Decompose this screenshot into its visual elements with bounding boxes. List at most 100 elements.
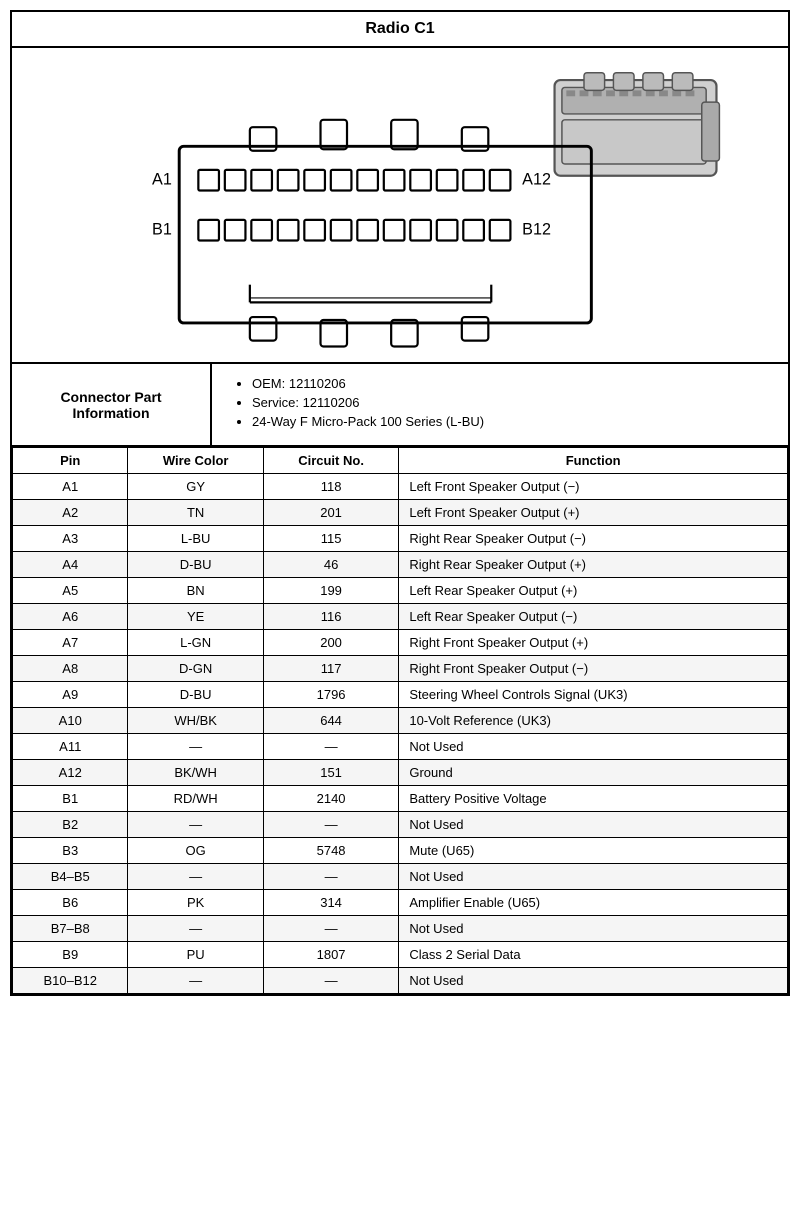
cell-pin: A7 <box>13 630 128 656</box>
table-row: B7–B8——Not Used <box>13 916 788 942</box>
cell-wire-color: — <box>128 916 263 942</box>
cell-circuit: — <box>263 968 399 994</box>
cell-circuit: 46 <box>263 552 399 578</box>
connector-info-list: OEM: 12110206 Service: 12110206 24-Way F… <box>232 376 768 429</box>
cell-pin: A8 <box>13 656 128 682</box>
cell-wire-color: — <box>128 968 263 994</box>
cell-function: Class 2 Serial Data <box>399 942 788 968</box>
cell-function: Not Used <box>399 812 788 838</box>
table-row: B6PK314Amplifier Enable (U65) <box>13 890 788 916</box>
cell-circuit: 118 <box>263 474 399 500</box>
table-body: A1GY118Left Front Speaker Output (−)A2TN… <box>13 474 788 994</box>
cell-wire-color: L-BU <box>128 526 263 552</box>
cell-circuit: 1796 <box>263 682 399 708</box>
pin-table-section: Pin Wire Color Circuit No. Function A1GY… <box>12 447 788 994</box>
cell-function: Amplifier Enable (U65) <box>399 890 788 916</box>
cell-pin: A1 <box>13 474 128 500</box>
page-title: Radio C1 <box>12 12 788 48</box>
table-row: A10WH/BK64410-Volt Reference (UK3) <box>13 708 788 734</box>
cell-function: Mute (U65) <box>399 838 788 864</box>
cell-wire-color: D-GN <box>128 656 263 682</box>
cell-function: Not Used <box>399 968 788 994</box>
diagram-section: A1 A12 B1 B12 <box>12 48 788 364</box>
connector-label-text: Connector Part Information <box>22 389 200 421</box>
cell-circuit: 151 <box>263 760 399 786</box>
cell-function: Battery Positive Voltage <box>399 786 788 812</box>
cell-wire-color: TN <box>128 500 263 526</box>
cell-pin: B2 <box>13 812 128 838</box>
info-section: Connector Part Information OEM: 12110206… <box>12 364 788 447</box>
cell-circuit: 644 <box>263 708 399 734</box>
cell-pin: A10 <box>13 708 128 734</box>
col-header-wire: Wire Color <box>128 448 263 474</box>
cell-pin: B1 <box>13 786 128 812</box>
main-container: Radio C1 <box>10 10 790 996</box>
cell-function: Not Used <box>399 864 788 890</box>
table-row: B10–B12——Not Used <box>13 968 788 994</box>
cell-circuit: 201 <box>263 500 399 526</box>
cell-pin: B10–B12 <box>13 968 128 994</box>
cell-function: Not Used <box>399 916 788 942</box>
cell-pin: A3 <box>13 526 128 552</box>
cell-function: Right Front Speaker Output (+) <box>399 630 788 656</box>
cell-pin: B6 <box>13 890 128 916</box>
svg-text:B12: B12 <box>522 221 551 239</box>
table-row: A5BN199Left Rear Speaker Output (+) <box>13 578 788 604</box>
connector-info-cell: OEM: 12110206 Service: 12110206 24-Way F… <box>212 364 788 445</box>
cell-wire-color: OG <box>128 838 263 864</box>
cell-function: Right Rear Speaker Output (+) <box>399 552 788 578</box>
cell-wire-color: YE <box>128 604 263 630</box>
cell-pin: B4–B5 <box>13 864 128 890</box>
cell-wire-color: — <box>128 734 263 760</box>
cell-pin: B3 <box>13 838 128 864</box>
connector-info-item-1: OEM: 12110206 <box>252 376 768 391</box>
cell-function: Left Front Speaker Output (−) <box>399 474 788 500</box>
cell-circuit: 117 <box>263 656 399 682</box>
table-row: B4–B5——Not Used <box>13 864 788 890</box>
cell-pin: A5 <box>13 578 128 604</box>
col-header-function: Function <box>399 448 788 474</box>
cell-circuit: — <box>263 864 399 890</box>
table-row: A3L-BU115Right Rear Speaker Output (−) <box>13 526 788 552</box>
table-row: B3OG5748Mute (U65) <box>13 838 788 864</box>
cell-pin: A6 <box>13 604 128 630</box>
table-row: A7L-GN200Right Front Speaker Output (+) <box>13 630 788 656</box>
cell-function: Right Rear Speaker Output (−) <box>399 526 788 552</box>
cell-function: 10-Volt Reference (UK3) <box>399 708 788 734</box>
cell-pin: A11 <box>13 734 128 760</box>
table-row: B1RD/WH2140Battery Positive Voltage <box>13 786 788 812</box>
cell-circuit: 5748 <box>263 838 399 864</box>
col-header-pin: Pin <box>13 448 128 474</box>
table-row: A12BK/WH151Ground <box>13 760 788 786</box>
cell-wire-color: PU <box>128 942 263 968</box>
svg-text:A1: A1 <box>152 171 172 189</box>
cell-wire-color: RD/WH <box>128 786 263 812</box>
cell-wire-color: — <box>128 864 263 890</box>
cell-circuit: 2140 <box>263 786 399 812</box>
pin-table: Pin Wire Color Circuit No. Function A1GY… <box>12 447 788 994</box>
cell-wire-color: BN <box>128 578 263 604</box>
title-text: Radio C1 <box>365 20 434 37</box>
table-row: B2——Not Used <box>13 812 788 838</box>
cell-wire-color: D-BU <box>128 682 263 708</box>
cell-circuit: 200 <box>263 630 399 656</box>
connector-part-label: Connector Part Information <box>12 364 212 445</box>
table-row: A2TN201Left Front Speaker Output (+) <box>13 500 788 526</box>
cell-pin: B9 <box>13 942 128 968</box>
svg-text:A12: A12 <box>522 171 551 189</box>
cell-pin: B7–B8 <box>13 916 128 942</box>
cell-circuit: — <box>263 812 399 838</box>
cell-circuit: 1807 <box>263 942 399 968</box>
cell-wire-color: BK/WH <box>128 760 263 786</box>
cell-function: Left Front Speaker Output (+) <box>399 500 788 526</box>
cell-wire-color: — <box>128 812 263 838</box>
col-header-circuit: Circuit No. <box>263 448 399 474</box>
cell-pin: A2 <box>13 500 128 526</box>
table-row: A9D-BU1796Steering Wheel Controls Signal… <box>13 682 788 708</box>
cell-wire-color: L-GN <box>128 630 263 656</box>
cell-pin: A12 <box>13 760 128 786</box>
table-row: A6YE116Left Rear Speaker Output (−) <box>13 604 788 630</box>
cell-wire-color: WH/BK <box>128 708 263 734</box>
cell-pin: A4 <box>13 552 128 578</box>
cell-circuit: 116 <box>263 604 399 630</box>
